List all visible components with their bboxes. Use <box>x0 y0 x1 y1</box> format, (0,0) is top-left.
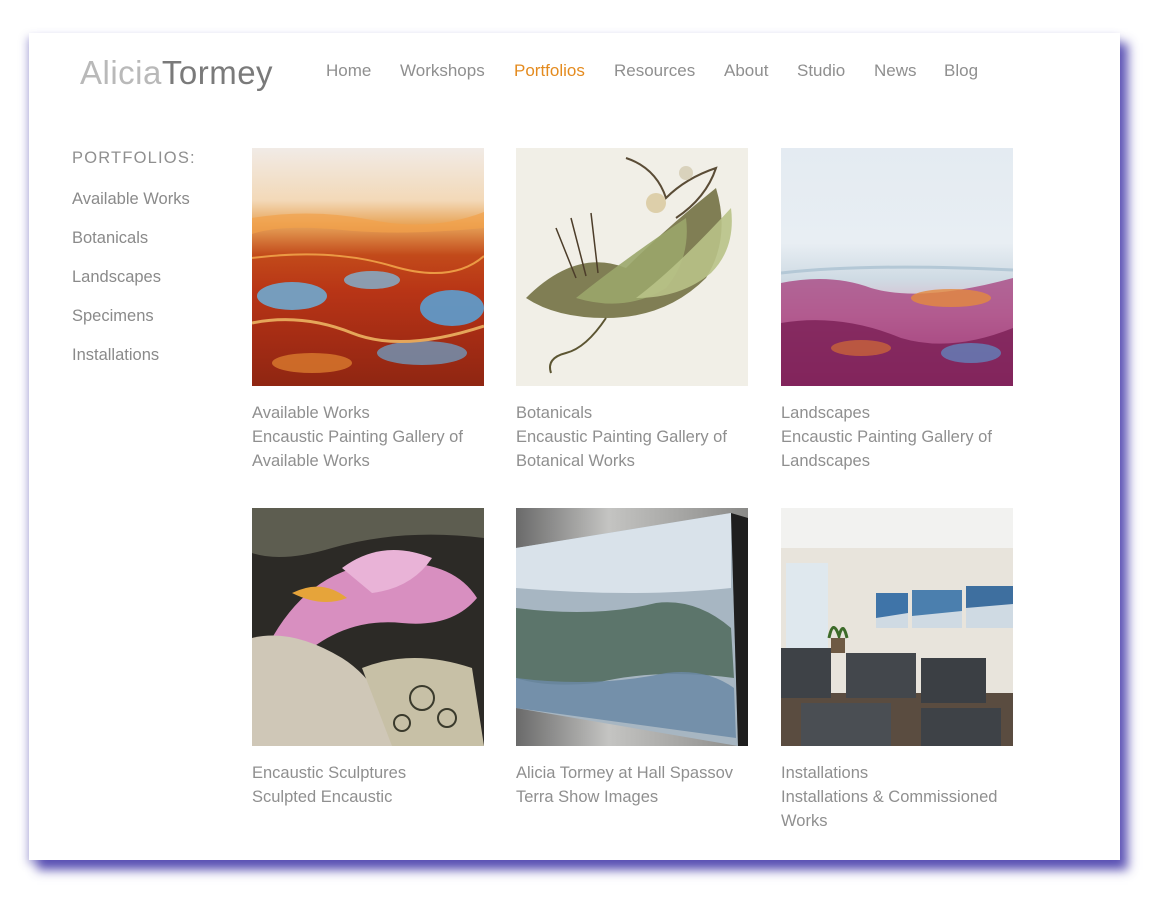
card-title[interactable]: Alicia Tormey at Hall Spassov <box>516 761 748 785</box>
sidebar-item-botanicals[interactable]: Botanicals <box>72 229 190 268</box>
encaustic-sculptures-thumbnail[interactable] <box>252 508 484 746</box>
nav-home[interactable]: Home <box>326 61 371 81</box>
sidebar-nav: Available Works Botanicals Landscapes Sp… <box>72 190 190 385</box>
page-frame: AliciaTormey Home Workshops Portfolios R… <box>29 33 1120 860</box>
nav-studio[interactable]: Studio <box>797 61 845 81</box>
nav-workshops[interactable]: Workshops <box>400 61 485 81</box>
nav-portfolios[interactable]: Portfolios <box>514 61 585 81</box>
card-subtitle: Terra Show Images <box>516 788 659 806</box>
card-caption: Landscapes Encaustic Painting Gallery of… <box>781 401 1013 473</box>
card-caption: Available Works Encaustic Painting Galle… <box>252 401 484 473</box>
botanicals-thumbnail[interactable] <box>516 148 748 386</box>
site-logo[interactable]: AliciaTormey <box>80 54 273 92</box>
sidebar-item-installations[interactable]: Installations <box>72 346 190 385</box>
card-subtitle: Encaustic Painting Gallery of Landscapes <box>781 428 992 470</box>
card-subtitle: Sculpted Encaustic <box>252 788 393 806</box>
gallery-card-hall-spassov: Alicia Tormey at Hall Spassov Terra Show… <box>516 508 748 809</box>
card-caption: Encaustic Sculptures Sculpted Encaustic <box>252 761 484 809</box>
sidebar-item-landscapes[interactable]: Landscapes <box>72 268 190 307</box>
hall-spassov-thumbnail[interactable] <box>516 508 748 746</box>
gallery-card-botanicals: Botanicals Encaustic Painting Gallery of… <box>516 148 748 473</box>
nav-about[interactable]: About <box>724 61 768 81</box>
logo-first-name: Alicia <box>80 54 162 91</box>
card-subtitle: Encaustic Painting Gallery of Available … <box>252 428 463 470</box>
available-works-thumbnail[interactable] <box>252 148 484 386</box>
gallery-card-available-works: Available Works Encaustic Painting Galle… <box>252 148 484 473</box>
gallery-card-landscapes: Landscapes Encaustic Painting Gallery of… <box>781 148 1013 473</box>
card-title[interactable]: Botanicals <box>516 401 748 425</box>
card-title[interactable]: Installations <box>781 761 1013 785</box>
sidebar-heading: PORTFOLIOS: <box>72 149 196 167</box>
landscapes-thumbnail[interactable] <box>781 148 1013 386</box>
nav-blog[interactable]: Blog <box>944 61 978 81</box>
card-caption: Alicia Tormey at Hall Spassov Terra Show… <box>516 761 748 809</box>
logo-last-name: Tormey <box>161 54 274 91</box>
sidebar-item-specimens[interactable]: Specimens <box>72 307 190 346</box>
installations-thumbnail[interactable] <box>781 508 1013 746</box>
gallery-card-installations: Installations Installations & Commission… <box>781 508 1013 833</box>
card-title[interactable]: Landscapes <box>781 401 1013 425</box>
card-subtitle: Installations & Commissioned Works <box>781 788 998 830</box>
gallery-card-encaustic-sculptures: Encaustic Sculptures Sculpted Encaustic <box>252 508 484 809</box>
sidebar-item-available-works[interactable]: Available Works <box>72 190 190 229</box>
card-caption: Botanicals Encaustic Painting Gallery of… <box>516 401 748 473</box>
nav-resources[interactable]: Resources <box>614 61 695 81</box>
nav-news[interactable]: News <box>874 61 917 81</box>
card-title[interactable]: Available Works <box>252 401 484 425</box>
card-subtitle: Encaustic Painting Gallery of Botanical … <box>516 428 727 470</box>
card-caption: Installations Installations & Commission… <box>781 761 1013 833</box>
card-title[interactable]: Encaustic Sculptures <box>252 761 484 785</box>
